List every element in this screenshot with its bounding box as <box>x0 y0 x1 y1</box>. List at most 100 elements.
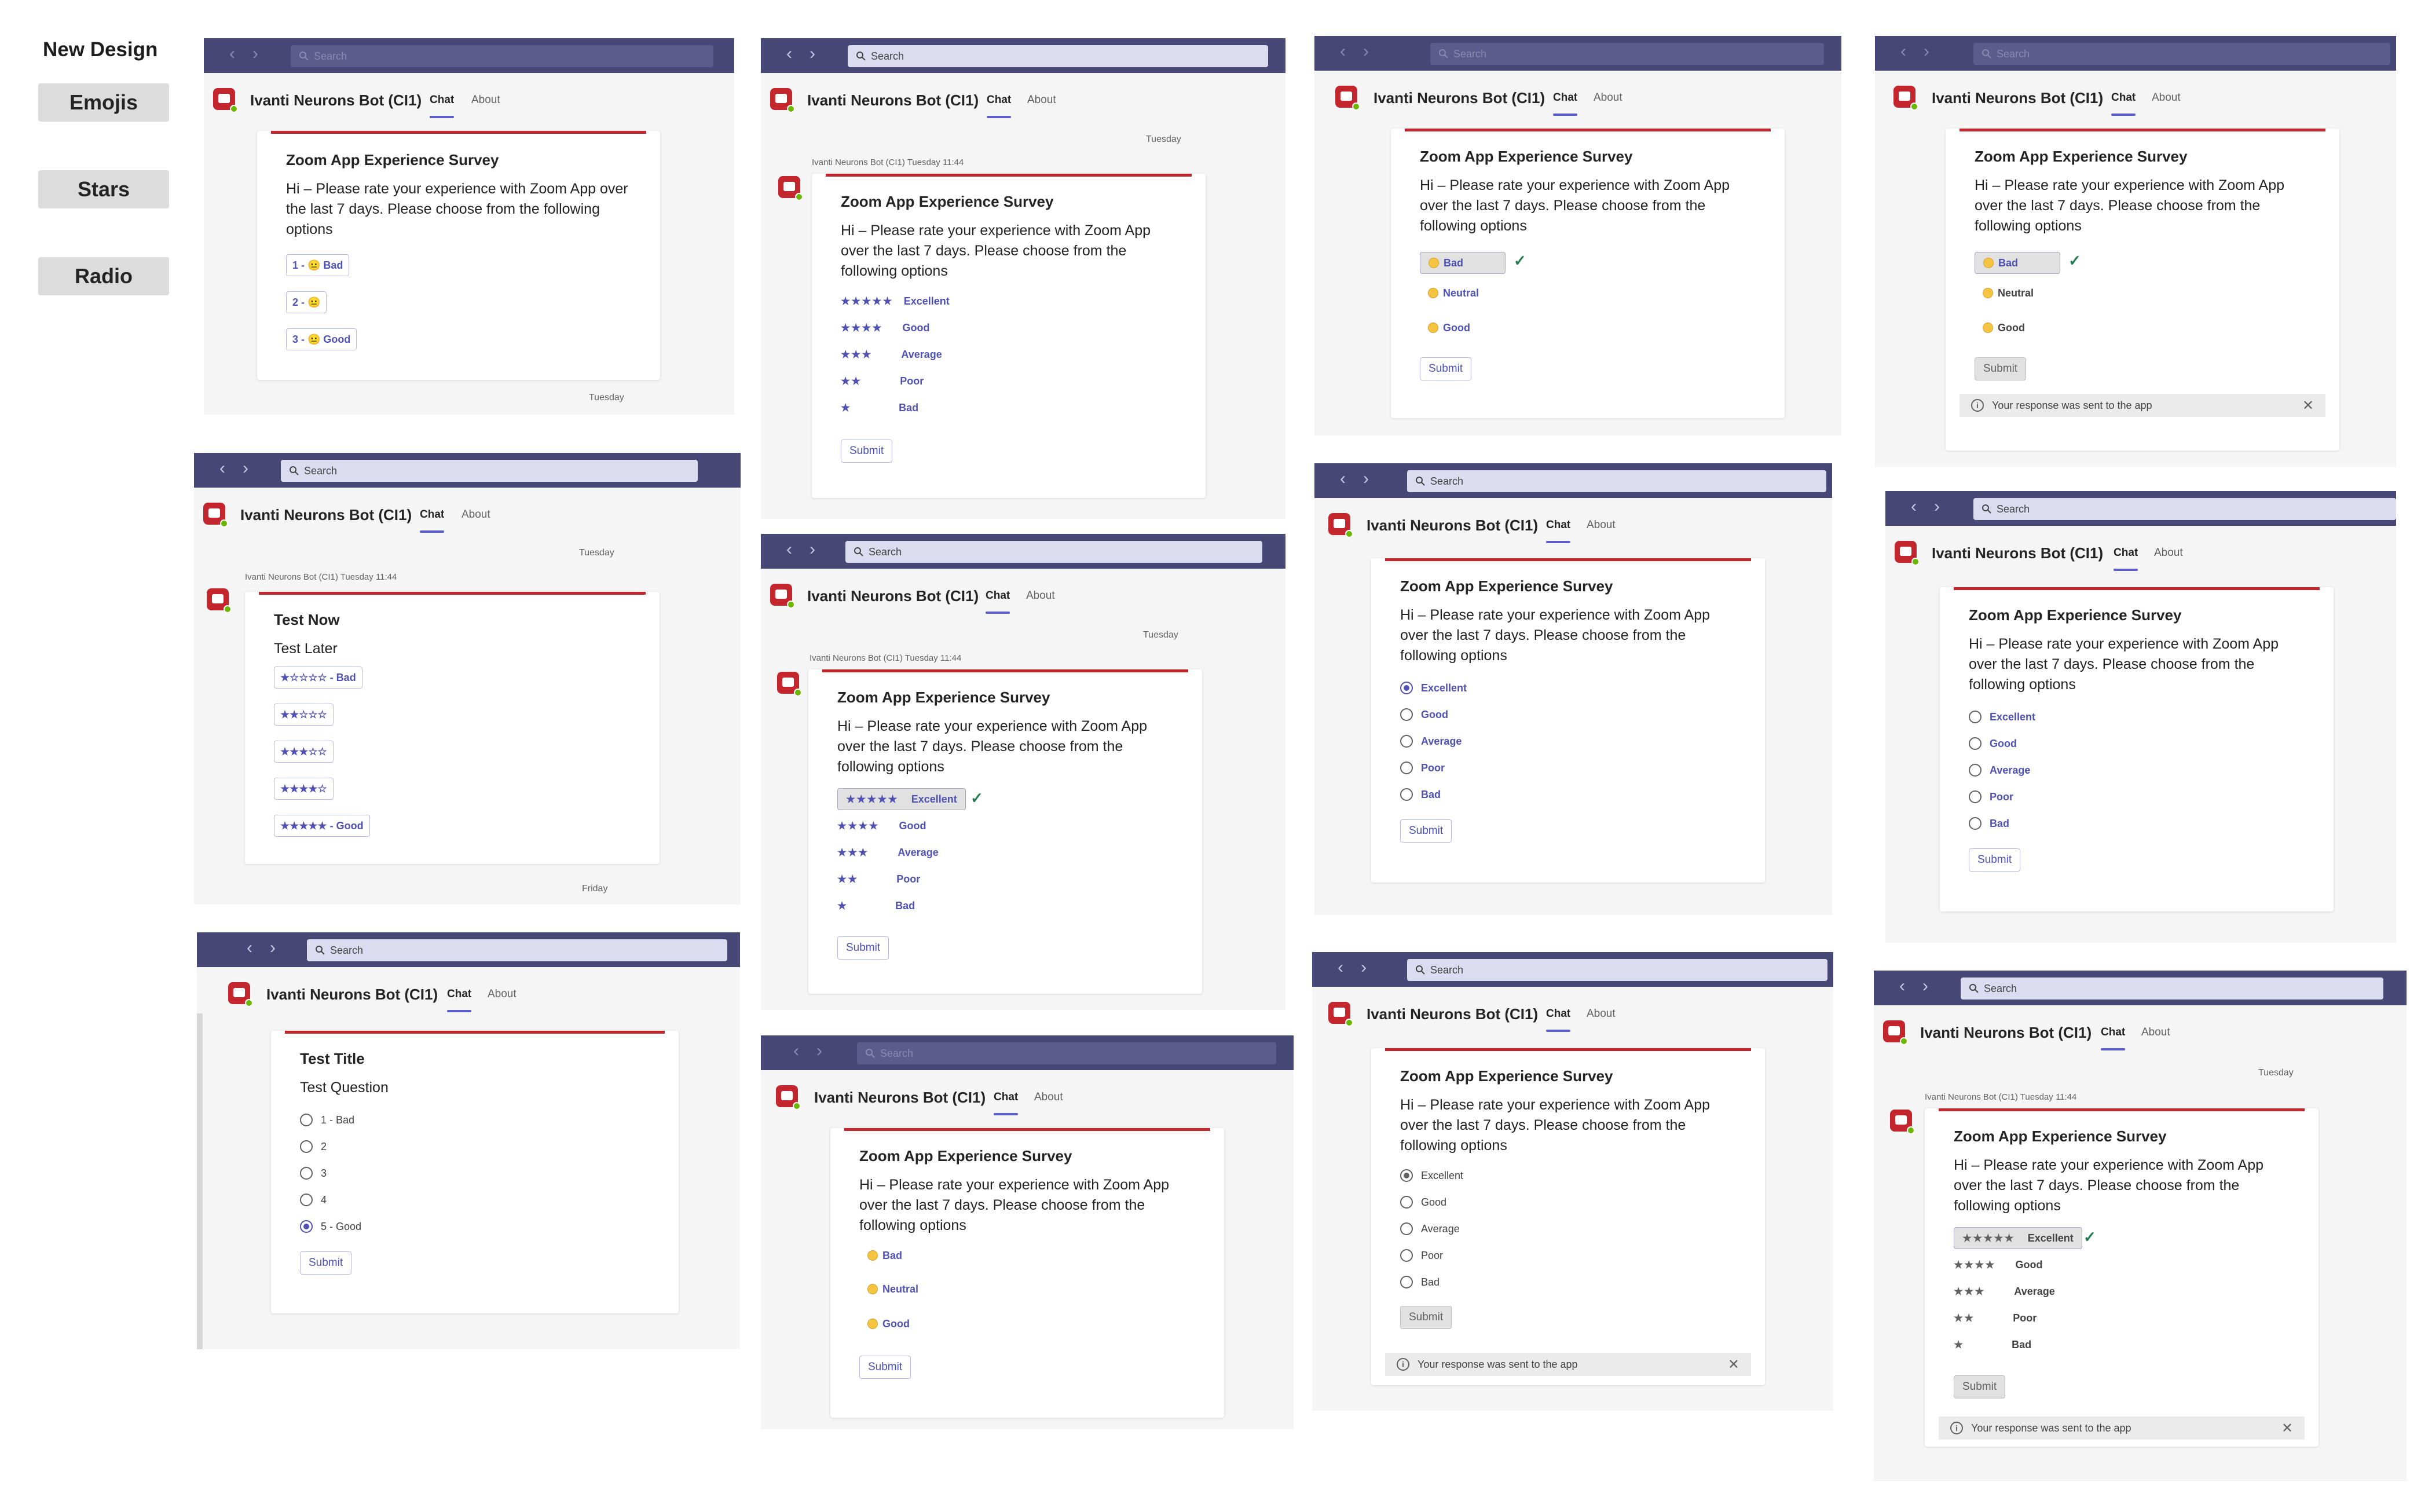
emoji-option-neutral[interactable]: Neutral <box>867 1280 918 1298</box>
star-option-poor[interactable]: ★★ Poor <box>1954 1309 2037 1327</box>
search-input[interactable]: Search <box>1430 43 1824 65</box>
star-option-average[interactable]: ★★★ Average <box>841 346 942 363</box>
radio-icon[interactable] <box>1400 1249 1413 1262</box>
submit-button[interactable]: Submit <box>1420 357 1472 380</box>
emoji-option-good[interactable]: Good <box>1983 319 2025 336</box>
radio-option-bad[interactable]: Bad <box>1969 815 2009 832</box>
radio-option-3[interactable]: 3 <box>300 1165 327 1182</box>
forward-icon[interactable]: › <box>243 460 248 477</box>
radio-option-excellent[interactable]: Excellent <box>1400 1167 1463 1184</box>
radio-icon[interactable] <box>1400 1196 1413 1209</box>
star-option-bad[interactable]: ★ Bad <box>1954 1336 2031 1353</box>
star-option-5[interactable]: ★★★★★ - Good <box>274 815 370 837</box>
forward-icon[interactable]: › <box>810 45 815 63</box>
star-option-1[interactable]: ★☆☆☆☆ - Bad <box>274 667 362 689</box>
radio-option-good[interactable]: Good <box>1400 706 1448 723</box>
search-input[interactable]: Search <box>857 1042 1276 1064</box>
star-option-good[interactable]: ★★★★ Good <box>837 817 926 834</box>
star-option-poor[interactable]: ★★ Poor <box>837 870 920 888</box>
radio-selected-icon[interactable] <box>1400 682 1413 694</box>
forward-icon[interactable]: › <box>1361 959 1367 976</box>
submit-button[interactable]: Submit <box>837 936 889 960</box>
emoji-option-neutral[interactable]: Neutral <box>1983 284 2034 302</box>
tab-about[interactable]: About <box>1594 91 1622 104</box>
radio-icon[interactable] <box>1400 735 1413 748</box>
radio-option-average[interactable]: Average <box>1969 762 2030 779</box>
search-input[interactable]: Search <box>848 45 1268 67</box>
submit-button[interactable]: Submit <box>1400 1306 1452 1329</box>
tab-chat[interactable]: Chat <box>420 508 445 533</box>
emoji-option-bad[interactable]: Bad <box>867 1247 902 1264</box>
submit-button[interactable]: Submit <box>1400 819 1452 843</box>
radio-option-2[interactable]: 2 <box>300 1138 327 1155</box>
tab-about[interactable]: About <box>1587 519 1616 532</box>
back-icon[interactable]: ‹ <box>1338 959 1343 976</box>
radio-button[interactable]: Radio <box>38 257 169 295</box>
tab-about[interactable]: About <box>2154 547 2183 559</box>
radio-option-good[interactable]: Good <box>1400 1194 1446 1211</box>
back-icon[interactable]: ‹ <box>786 45 792 63</box>
back-icon[interactable]: ‹ <box>1340 470 1346 488</box>
emoji-option-neutral[interactable]: Neutral <box>1428 284 1479 302</box>
radio-option-poor[interactable]: Poor <box>1400 1247 1443 1264</box>
submit-button[interactable]: Submit <box>1975 357 2027 380</box>
tab-chat[interactable]: Chat <box>447 988 472 1012</box>
radio-option-average[interactable]: Average <box>1400 1220 1460 1238</box>
tab-chat[interactable]: Chat <box>1546 519 1571 543</box>
tab-about[interactable]: About <box>462 508 490 521</box>
back-icon[interactable]: ‹ <box>247 939 252 957</box>
back-icon[interactable]: ‹ <box>1899 978 1905 995</box>
tab-chat[interactable]: Chat <box>1546 1008 1571 1032</box>
radio-option-1[interactable]: 1 - Bad <box>300 1111 354 1129</box>
tab-about[interactable]: About <box>1027 94 1056 107</box>
star-option-excellent[interactable]: ★★★★★ Excellent <box>841 292 950 310</box>
search-input[interactable]: Search <box>1407 959 1827 981</box>
tab-about[interactable]: About <box>2141 1026 2170 1039</box>
radio-option-4[interactable]: 4 <box>300 1191 327 1209</box>
radio-option-excellent[interactable]: Excellent <box>1969 708 2035 726</box>
radio-option-poor[interactable]: Poor <box>1969 788 2013 806</box>
star-option-poor[interactable]: ★★ Poor <box>841 372 924 390</box>
tab-chat[interactable]: Chat <box>430 94 455 118</box>
tab-about[interactable]: About <box>488 988 517 1001</box>
radio-icon[interactable] <box>1400 708 1413 721</box>
search-input[interactable]: Search <box>1973 498 2396 520</box>
search-input[interactable]: Search <box>1961 978 2383 1000</box>
emoji-option-good[interactable]: Good <box>1428 319 1470 336</box>
close-icon[interactable]: ✕ <box>1728 1356 1739 1373</box>
emojis-button[interactable]: Emojis <box>38 83 169 122</box>
radio-option-good[interactable]: Good <box>1969 735 2017 752</box>
back-icon[interactable]: ‹ <box>229 45 235 63</box>
radio-option-poor[interactable]: Poor <box>1400 759 1445 777</box>
back-icon[interactable]: ‹ <box>1900 43 1906 60</box>
star-option-3[interactable]: ★★★☆☆ <box>274 741 334 763</box>
search-input[interactable]: Search <box>281 460 698 482</box>
forward-icon[interactable]: › <box>1363 43 1369 60</box>
back-icon[interactable]: ‹ <box>793 1042 799 1060</box>
tab-chat[interactable]: Chat <box>1553 91 1578 116</box>
emoji-option-bad-selected[interactable]: Bad <box>1420 252 1506 274</box>
star-option-excellent-selected[interactable]: ★★★★★ Excellent <box>1954 1227 2082 1249</box>
submit-button[interactable]: Submit <box>859 1356 911 1379</box>
radio-selected-icon[interactable] <box>1400 1169 1413 1182</box>
back-icon[interactable]: ‹ <box>1911 498 1917 515</box>
forward-icon[interactable]: › <box>1922 978 1928 995</box>
tab-about[interactable]: About <box>1026 590 1055 602</box>
radio-selected-icon[interactable] <box>300 1220 313 1233</box>
forward-icon[interactable]: › <box>1363 470 1369 488</box>
forward-icon[interactable]: › <box>1924 43 1929 60</box>
submit-button[interactable]: Submit <box>300 1251 352 1275</box>
radio-icon[interactable] <box>1400 788 1413 801</box>
forward-icon[interactable]: › <box>270 939 276 957</box>
stars-button[interactable]: Stars <box>38 170 169 208</box>
submit-button[interactable]: Submit <box>841 440 893 463</box>
search-input[interactable]: Search <box>291 45 713 67</box>
back-icon[interactable]: ‹ <box>1340 43 1346 60</box>
tab-chat[interactable]: Chat <box>2111 91 2136 116</box>
close-icon[interactable]: ✕ <box>2302 397 2314 414</box>
radio-icon[interactable] <box>1400 1276 1413 1288</box>
tab-about[interactable]: About <box>1034 1091 1063 1104</box>
tab-chat[interactable]: Chat <box>986 590 1010 614</box>
radio-option-bad[interactable]: Bad <box>1400 786 1441 803</box>
tab-about[interactable]: About <box>2152 91 2181 104</box>
